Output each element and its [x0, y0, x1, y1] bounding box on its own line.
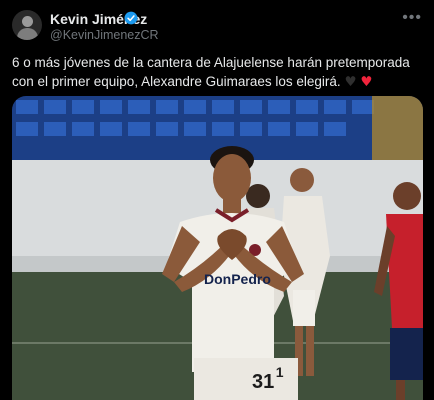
photo-scene: 41 DonPedro 31: [12, 96, 423, 400]
author-handle[interactable]: @KevinJimenezCR: [50, 28, 159, 42]
verified-badge-icon: [124, 11, 138, 25]
more-options-icon[interactable]: •••: [402, 9, 422, 27]
shorts-number-text: 31: [252, 371, 274, 393]
red-heart-icon: ♥: [360, 74, 373, 90]
black-heart-icon: ♥: [344, 74, 357, 90]
author-avatar[interactable]: [12, 10, 42, 40]
shirt-sponsor-text: DonPedro: [204, 271, 271, 287]
tweet-text: 6 o más jóvenes de la cantera de Alajuel…: [12, 53, 424, 92]
tweet-photo[interactable]: 41 DonPedro 31: [12, 96, 423, 400]
